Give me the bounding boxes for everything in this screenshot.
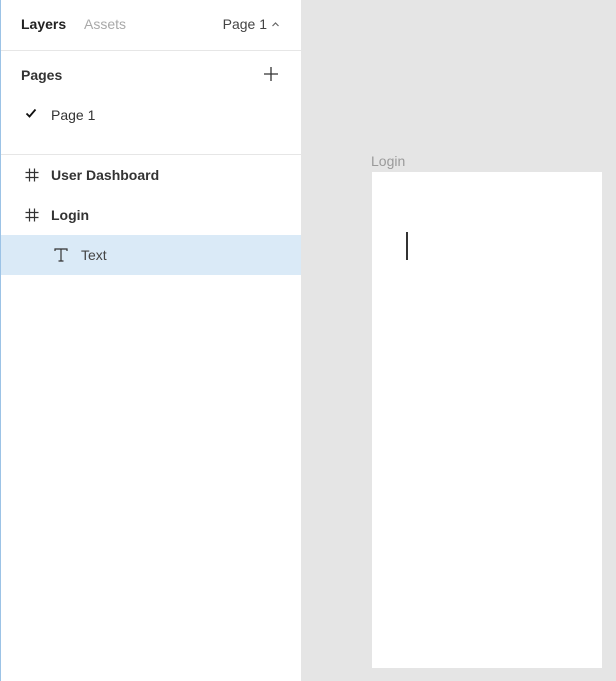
frame-title-login[interactable]: Login <box>371 153 405 169</box>
pages-section: Pages Page 1 <box>1 51 301 155</box>
text-type-icon <box>54 248 68 262</box>
layer-item-text[interactable]: Text <box>1 235 301 275</box>
frame-hash-icon <box>25 168 39 182</box>
page-item-label: Page 1 <box>51 107 96 123</box>
canvas-frame-login[interactable] <box>372 172 602 668</box>
layer-item-login[interactable]: Login <box>1 195 301 235</box>
add-page-icon[interactable] <box>263 66 279 82</box>
page-item[interactable]: Page 1 <box>1 100 301 130</box>
tab-assets[interactable]: Assets <box>84 16 126 32</box>
page-switcher[interactable]: Page 1 <box>223 16 280 32</box>
layer-item-label: Login <box>51 207 90 223</box>
text-cursor <box>406 232 408 260</box>
page-switcher-label: Page 1 <box>222 16 267 32</box>
layer-item-label: User Dashboard <box>51 167 160 183</box>
pages-title: Pages <box>21 67 63 83</box>
layers-list: User Dashboard Login Text <box>1 155 301 275</box>
tab-layers[interactable]: Layers <box>21 16 66 32</box>
checkmark-icon <box>25 108 37 118</box>
chevron-up-icon <box>272 21 279 26</box>
layers-sidebar: Layers Assets Page 1 Pages Page 1 User D… <box>1 0 301 681</box>
frame-hash-icon <box>25 208 39 222</box>
layer-item-user-dashboard[interactable]: User Dashboard <box>1 155 301 195</box>
design-app: Layers Assets Page 1 Pages Page 1 User D… <box>0 0 616 681</box>
layer-item-label: Text <box>81 247 107 263</box>
panel-tabs: Layers Assets Page 1 <box>1 0 301 51</box>
